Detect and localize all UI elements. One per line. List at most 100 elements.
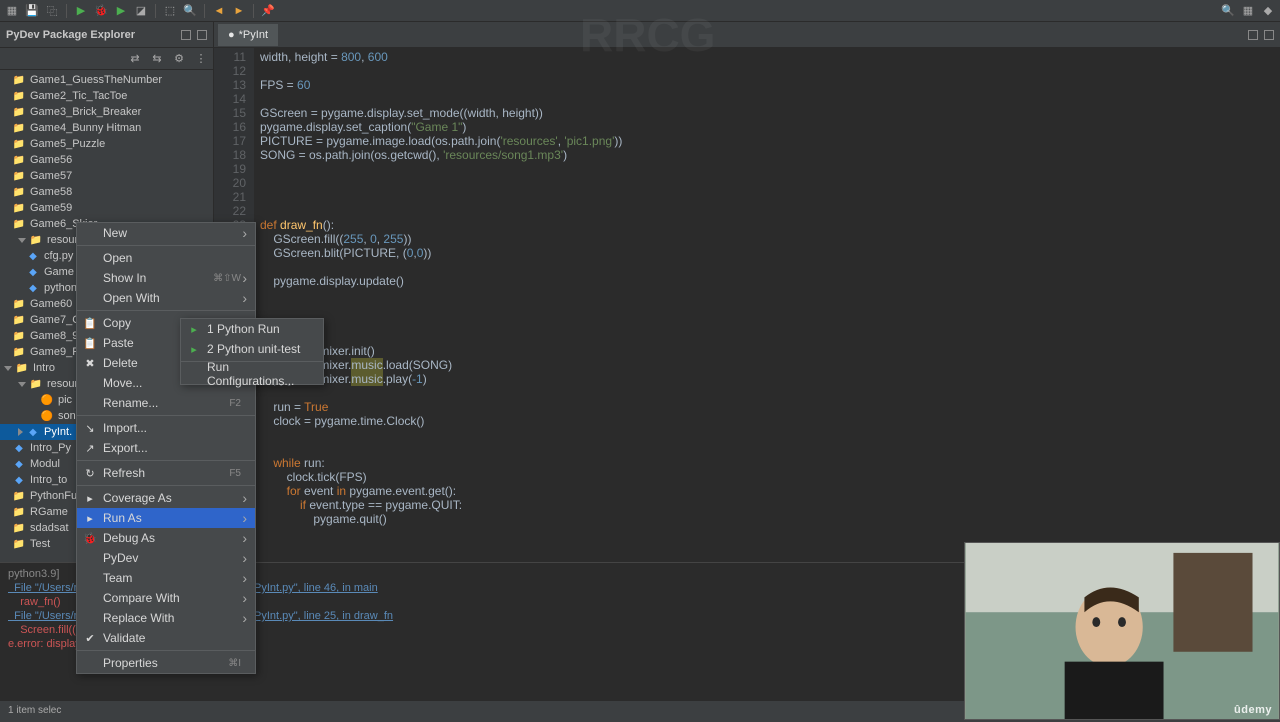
ctx-label: Team bbox=[103, 571, 132, 585]
tree-label: son bbox=[58, 410, 76, 422]
ctx-item-export-[interactable]: ↗Export... bbox=[77, 438, 255, 458]
ctx-label: Coverage As bbox=[103, 491, 172, 505]
img-icon: 🟠 bbox=[40, 393, 54, 407]
ctx-item-new[interactable]: New bbox=[77, 223, 255, 243]
folder-icon: 📁 bbox=[12, 489, 26, 503]
tree-item[interactable]: 📁Game1_GuessTheNumber bbox=[0, 72, 213, 88]
webcam-overlay bbox=[964, 542, 1280, 720]
tree-item[interactable]: 📁Game57 bbox=[0, 168, 213, 184]
editor-tabs: ● *PyInt bbox=[214, 22, 1280, 48]
maximize-icon[interactable] bbox=[197, 30, 207, 40]
tree-item[interactable]: 📁Game59 bbox=[0, 200, 213, 216]
tree-item[interactable]: 📁Game58 bbox=[0, 184, 213, 200]
tree-label: PythonFu bbox=[30, 490, 77, 502]
folder-icon: 📁 bbox=[29, 233, 43, 247]
filter-icon[interactable]: ⚙ bbox=[171, 51, 187, 67]
tree-label: Game5_Puzzle bbox=[30, 138, 105, 150]
run-last-icon[interactable]: ▶ bbox=[113, 3, 129, 19]
ctx-item-replace-with[interactable]: Replace With bbox=[77, 608, 255, 628]
ctx-item-open-with[interactable]: Open With bbox=[77, 288, 255, 308]
ctx-icon: 📋 bbox=[83, 316, 97, 330]
quick-search-icon[interactable]: 🔍 bbox=[1220, 3, 1236, 19]
ctx-icon: ▸ bbox=[83, 511, 97, 525]
ctx-item-rename-[interactable]: Rename...F2 bbox=[77, 393, 255, 413]
py-icon: ◆ bbox=[12, 473, 26, 487]
tree-label: Game56 bbox=[30, 154, 72, 166]
ctx-icon: ↗ bbox=[83, 441, 97, 455]
pin-icon[interactable]: 📌 bbox=[260, 3, 276, 19]
folder-icon: 📁 bbox=[12, 313, 26, 327]
ctx-item-compare-with[interactable]: Compare With bbox=[77, 588, 255, 608]
pydev-perspective-icon[interactable]: ◆ bbox=[1260, 3, 1276, 19]
perspective-icon[interactable]: ▦ bbox=[1240, 3, 1256, 19]
ctx-item-import-[interactable]: ↘Import... bbox=[77, 418, 255, 438]
code-lines[interactable]: width, height = 800, 600FPS = 60GScreen … bbox=[254, 48, 1280, 562]
ctx-item-team[interactable]: Team bbox=[77, 568, 255, 588]
udemy-logo: ûdemy bbox=[1234, 704, 1272, 716]
search-icon[interactable]: 🔍 bbox=[182, 3, 198, 19]
tree-label: RGame bbox=[30, 506, 68, 518]
tree-label: Game60 bbox=[30, 298, 72, 310]
submenu-run-config[interactable]: Run Configurations... bbox=[181, 364, 323, 384]
ctx-item-coverage-as[interactable]: ▸Coverage As bbox=[77, 488, 255, 508]
folder-icon: 📁 bbox=[12, 89, 26, 103]
run-icon[interactable]: ▶ bbox=[73, 3, 89, 19]
menu-icon[interactable]: ⋮ bbox=[193, 51, 209, 67]
ctx-item-properties[interactable]: Properties⌘I bbox=[77, 653, 255, 673]
context-menu[interactable]: NewOpenShow In⌘⇧WOpen With📋Copy⌘C📋Paste⌘… bbox=[76, 222, 256, 674]
tree-item[interactable]: 📁Game3_Brick_Breaker bbox=[0, 104, 213, 120]
dirty-icon: ● bbox=[228, 29, 235, 41]
open-type-icon[interactable]: ⬚ bbox=[162, 3, 178, 19]
editor-minimize-icon[interactable] bbox=[1248, 30, 1258, 40]
ctx-shortcut: ⌘⇧W bbox=[193, 273, 241, 284]
ctx-icon: 🐞 bbox=[83, 531, 97, 545]
nav-back-icon[interactable]: ◄ bbox=[211, 3, 227, 19]
explorer-header: PyDev Package Explorer bbox=[0, 22, 213, 48]
tree-label: Game7_C bbox=[30, 314, 80, 326]
tree-item[interactable]: 📁Game4_Bunny Hitman bbox=[0, 120, 213, 136]
tree-label: cfg.py bbox=[44, 250, 73, 262]
tree-item[interactable]: 📁Game5_Puzzle bbox=[0, 136, 213, 152]
ctx-item-pydev[interactable]: PyDev bbox=[77, 548, 255, 568]
editor-maximize-icon[interactable] bbox=[1264, 30, 1274, 40]
tree-item[interactable]: 📁 Game2_Tic_TacToe bbox=[0, 88, 213, 104]
submenu-label: 2 Python unit-test bbox=[207, 342, 300, 356]
ctx-item-show-in[interactable]: Show In⌘⇧W bbox=[77, 268, 255, 288]
editor-tab-active[interactable]: ● *PyInt bbox=[218, 24, 278, 46]
ctx-shortcut: F2 bbox=[209, 398, 241, 409]
folder-icon: 📁 bbox=[12, 121, 26, 135]
ctx-shortcut: ⌘I bbox=[208, 658, 241, 669]
ctx-icon: 📋 bbox=[83, 336, 97, 350]
run-as-submenu[interactable]: ▸1 Python Run▸2 Python unit-testRun Conf… bbox=[180, 318, 324, 385]
ctx-label: Run As bbox=[103, 511, 142, 525]
link-icon[interactable]: ⇆ bbox=[149, 51, 165, 67]
collapse-icon[interactable]: ⇄ bbox=[127, 51, 143, 67]
save-icon[interactable]: 💾 bbox=[24, 3, 40, 19]
ctx-icon: ↻ bbox=[83, 466, 97, 480]
ctx-item-open[interactable]: Open bbox=[77, 248, 255, 268]
ctx-item-validate[interactable]: ✔Validate bbox=[77, 628, 255, 648]
nav-fwd-icon[interactable]: ► bbox=[231, 3, 247, 19]
folder-icon: 📁 bbox=[15, 361, 29, 375]
tree-label: Game8_9 bbox=[30, 330, 78, 342]
coverage-icon[interactable]: ◪ bbox=[133, 3, 149, 19]
submenu-item[interactable]: ▸2 Python unit-test bbox=[181, 339, 323, 359]
submenu-item[interactable]: ▸1 Python Run bbox=[181, 319, 323, 339]
new-icon[interactable]: ▦ bbox=[4, 3, 20, 19]
code-area[interactable]: 1112131415161718192021222324252627282930… bbox=[214, 48, 1280, 562]
debug-icon[interactable]: 🐞 bbox=[93, 3, 109, 19]
ctx-item-refresh[interactable]: ↻RefreshF5 bbox=[77, 463, 255, 483]
save-all-icon[interactable]: ⿻ bbox=[44, 3, 60, 19]
ctx-item-debug-as[interactable]: 🐞Debug As bbox=[77, 528, 255, 548]
ctx-label: Validate bbox=[103, 631, 145, 645]
ctx-label: Delete bbox=[103, 356, 138, 370]
tree-label: Game2_Tic_TacToe bbox=[30, 90, 127, 102]
ctx-label: Copy bbox=[103, 316, 131, 330]
ctx-item-run-as[interactable]: ▸ Run As bbox=[77, 508, 255, 528]
tree-label: PyInt. bbox=[44, 426, 72, 438]
folder-icon: 📁 bbox=[12, 297, 26, 311]
py-icon: ◆ bbox=[26, 249, 40, 263]
minimize-icon[interactable] bbox=[181, 30, 191, 40]
tree-item[interactable]: 📁Game56 bbox=[0, 152, 213, 168]
run-icon: ▸ bbox=[187, 322, 201, 336]
